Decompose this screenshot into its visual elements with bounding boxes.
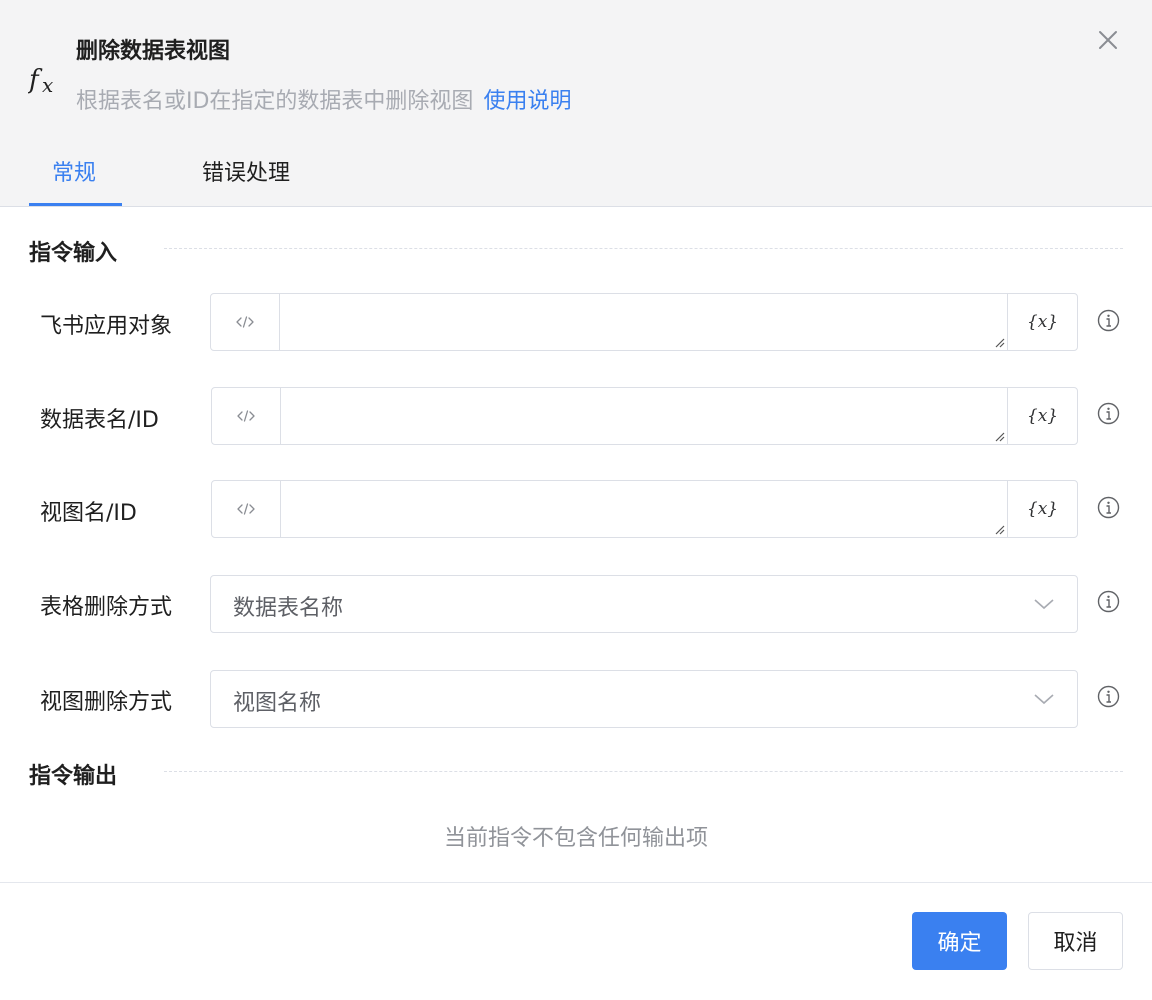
table-name-input: {x} [211, 387, 1078, 445]
code-icon [236, 316, 254, 328]
confirm-button[interactable]: 确定 [912, 912, 1007, 970]
view-name-input: {x} [211, 480, 1078, 538]
code-icon [237, 503, 255, 515]
field-label-view-delete-mode: 视图删除方式 [40, 690, 173, 715]
table-name-textarea[interactable] [281, 388, 1007, 444]
variable-icon: {x} [1026, 499, 1059, 519]
dialog-subtitle: 根据表名或ID在指定的数据表中删除视图 使用说明 [76, 83, 571, 115]
variable-icon: {x} [1026, 312, 1059, 332]
info-icon[interactable] [1097, 309, 1120, 332]
section-divider [164, 771, 1123, 772]
close-icon[interactable] [1094, 26, 1122, 54]
field-label-table-name: 数据表名/ID [40, 408, 159, 433]
help-link[interactable]: 使用说明 [483, 89, 571, 114]
empty-output-text: 当前指令不包含任何输出项 [443, 826, 708, 851]
code-mode-button[interactable] [212, 388, 281, 444]
view-name-textarea[interactable] [281, 481, 1007, 537]
view-delete-mode-select[interactable]: 视图名称 [210, 670, 1078, 728]
code-icon [237, 410, 255, 422]
resize-grip-icon[interactable] [993, 523, 1005, 535]
chevron-down-icon [1034, 694, 1054, 705]
section-divider [164, 248, 1123, 249]
select-value: 视图名称 [233, 691, 322, 716]
dialog: f x 删除数据表视图 根据表名或ID在指定的数据表中删除视图 使用说明 常规 错… [0, 0, 1152, 1000]
svg-text:x: x [42, 73, 53, 96]
tab-error-handling[interactable]: 错误处理 [202, 155, 290, 187]
resize-grip-icon[interactable] [993, 336, 1005, 348]
active-tab-indicator [29, 203, 122, 206]
output-section-title: 指令输出 [29, 764, 118, 789]
table-delete-mode-select[interactable]: 数据表名称 [210, 575, 1078, 633]
resize-grip-icon[interactable] [993, 430, 1005, 442]
code-mode-button[interactable] [212, 481, 281, 537]
subtitle-text: 根据表名或ID在指定的数据表中删除视图 [76, 89, 474, 114]
dialog-header: f x 删除数据表视图 根据表名或ID在指定的数据表中删除视图 使用说明 常规 错… [0, 0, 1152, 207]
variable-button[interactable]: {x} [1007, 481, 1077, 537]
svg-text:f: f [28, 65, 43, 95]
info-icon[interactable] [1097, 402, 1120, 425]
select-value: 数据表名称 [233, 596, 344, 621]
field-label-table-delete-mode: 表格删除方式 [40, 595, 173, 620]
variable-icon: {x} [1026, 406, 1059, 426]
footer-divider [0, 882, 1152, 883]
tab-general[interactable]: 常规 [52, 155, 96, 187]
info-icon[interactable] [1097, 590, 1120, 613]
field-label-view-name: 视图名/ID [40, 501, 137, 526]
variable-button[interactable]: {x} [1007, 388, 1077, 444]
code-mode-button[interactable] [211, 294, 280, 350]
cancel-button[interactable]: 取消 [1028, 912, 1123, 970]
fx-icon: f x [28, 65, 53, 96]
feishu-app-textarea[interactable] [280, 294, 1007, 350]
chevron-down-icon [1034, 599, 1054, 610]
variable-button[interactable]: {x} [1007, 294, 1077, 350]
feishu-app-input: {x} [210, 293, 1078, 351]
info-icon[interactable] [1097, 685, 1120, 708]
input-section-title: 指令输入 [29, 241, 118, 266]
dialog-title: 删除数据表视图 [76, 39, 231, 64]
field-label-feishu-app: 飞书应用对象 [40, 314, 173, 339]
info-icon[interactable] [1097, 496, 1120, 519]
